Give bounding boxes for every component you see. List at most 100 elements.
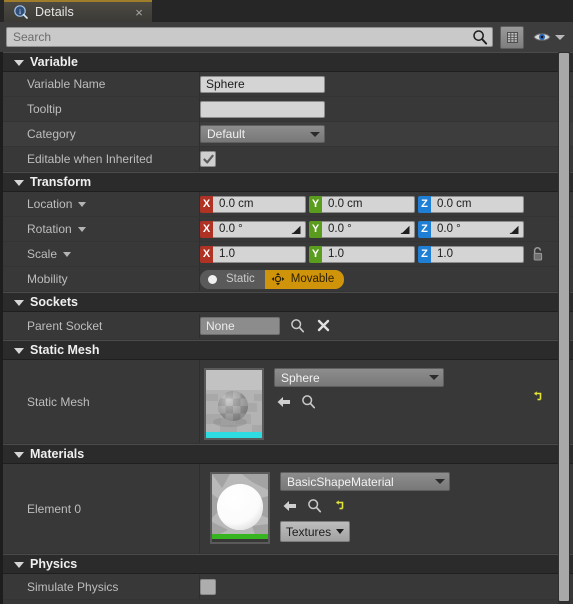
rotation-dial-icon[interactable] bbox=[289, 222, 302, 236]
location-x-field[interactable]: X 0.0 cm bbox=[200, 195, 306, 213]
scale-x-field[interactable]: X 1.0 bbox=[200, 245, 306, 263]
simulate-physics-checkbox[interactable] bbox=[200, 578, 216, 595]
svg-text:i: i bbox=[19, 7, 21, 16]
use-selected-arrow-icon[interactable] bbox=[280, 497, 300, 514]
section-header-transform[interactable]: Transform bbox=[3, 172, 573, 192]
details-content: Variable Variable Name Sphere Tooltip Ca… bbox=[0, 52, 573, 604]
rotation-x-value: 0.0 ° bbox=[219, 223, 243, 235]
axis-label-y: Y bbox=[309, 245, 322, 263]
reset-to-default-icon[interactable] bbox=[328, 497, 348, 514]
mobility-static-button[interactable]: Static bbox=[200, 269, 265, 289]
column-view-icon[interactable] bbox=[500, 25, 524, 49]
section-header-sockets[interactable]: Sockets bbox=[3, 292, 573, 312]
location-z-field[interactable]: Z 0.0 cm bbox=[418, 195, 524, 213]
chevron-down-icon bbox=[14, 300, 24, 306]
row-label: Element 0 bbox=[27, 501, 82, 516]
rotation-label-dropdown[interactable]: Rotation bbox=[27, 222, 86, 236]
close-icon[interactable]: × bbox=[130, 3, 148, 21]
row-value bbox=[199, 574, 573, 599]
search-input[interactable]: Search bbox=[6, 27, 493, 47]
chevron-down-icon bbox=[14, 60, 24, 66]
row-tooltip: Tooltip bbox=[3, 97, 573, 122]
variable-name-input[interactable]: Sphere bbox=[200, 75, 325, 93]
textures-label: Textures bbox=[285, 524, 332, 539]
row-value: X 0.0 cm Y 0.0 cm Z 0.0 cm bbox=[199, 192, 573, 216]
row-label: Variable Name bbox=[27, 77, 106, 91]
scale-y-field[interactable]: Y 1.0 bbox=[309, 245, 415, 263]
tab-label: Details bbox=[35, 5, 74, 19]
mobility-movable-label: Movable bbox=[290, 273, 335, 285]
chevron-down-icon bbox=[14, 562, 24, 568]
editable-when-inherited-checkbox[interactable] bbox=[200, 151, 216, 167]
textures-button[interactable]: Textures bbox=[280, 521, 350, 542]
category-dropdown[interactable]: Default bbox=[200, 125, 325, 143]
static-mesh-asset-dropdown[interactable]: Sphere bbox=[274, 368, 444, 387]
unlocked-padlock-icon[interactable] bbox=[531, 246, 545, 262]
row-label: Mobility bbox=[27, 272, 68, 286]
parent-socket-value: None bbox=[206, 318, 235, 333]
chevron-down-icon bbox=[77, 226, 86, 232]
material-asset-dropdown[interactable]: BasicShapeMaterial bbox=[280, 472, 450, 491]
chevron-down-icon bbox=[63, 251, 72, 257]
row-category: Category Default bbox=[3, 122, 573, 147]
row-scale: Scale X 1.0 Y 1.0 Z 1.0 bbox=[3, 242, 573, 267]
row-simulate-physics: Simulate Physics bbox=[3, 574, 573, 600]
scrollbar-thumb[interactable] bbox=[559, 53, 569, 601]
scale-label-dropdown[interactable]: Scale bbox=[27, 247, 72, 261]
chevron-down-icon bbox=[310, 131, 320, 137]
row-value: X 0.0 ° Y 0.0 ° Z 0.0 ° bbox=[199, 217, 573, 241]
rotation-y-field[interactable]: Y 0.0 ° bbox=[309, 220, 415, 238]
section-header-static-mesh[interactable]: Static Mesh bbox=[3, 340, 573, 360]
clear-x-icon[interactable] bbox=[314, 317, 332, 335]
browse-magnifier-icon[interactable] bbox=[304, 497, 324, 514]
chevron-down-icon bbox=[555, 34, 565, 40]
chevron-down-icon bbox=[78, 201, 87, 207]
mobility-movable-button[interactable]: Movable bbox=[264, 269, 345, 289]
browse-magnifier-icon[interactable] bbox=[298, 393, 318, 410]
use-selected-arrow-icon[interactable] bbox=[274, 393, 294, 410]
row-variable-name: Variable Name Sphere bbox=[3, 72, 573, 97]
location-y-field[interactable]: Y 0.0 cm bbox=[309, 195, 415, 213]
location-label-dropdown[interactable]: Location bbox=[27, 197, 87, 211]
scale-x-value: 1.0 bbox=[219, 248, 235, 260]
row-editable-when-inherited: Editable when Inherited bbox=[3, 147, 573, 172]
axis-label-x: X bbox=[200, 220, 213, 238]
chevron-down-icon bbox=[14, 180, 24, 186]
section-title: Sockets bbox=[30, 295, 78, 309]
browse-magnifier-icon[interactable] bbox=[288, 317, 306, 335]
reset-to-default-icon[interactable] bbox=[530, 390, 543, 406]
tab-details[interactable]: i Details × bbox=[4, 0, 152, 22]
row-static-mesh: Static Mesh Sphere bbox=[3, 360, 573, 444]
section-title: Static Mesh bbox=[30, 343, 100, 357]
section-header-physics[interactable]: Physics bbox=[3, 554, 573, 574]
axis-label-y: Y bbox=[309, 220, 322, 238]
rotation-dial-icon[interactable] bbox=[507, 222, 520, 236]
section-title: Materials bbox=[30, 447, 85, 461]
row-value: Sphere bbox=[199, 72, 573, 96]
category-value: Default bbox=[207, 127, 246, 141]
parent-socket-field[interactable]: None bbox=[200, 316, 280, 335]
magnifier-icon bbox=[472, 29, 488, 45]
section-title: Physics bbox=[30, 557, 78, 571]
scale-z-field[interactable]: Z 1.0 bbox=[418, 245, 524, 263]
rotation-z-field[interactable]: Z 0.0 ° bbox=[418, 220, 524, 238]
rotation-x-field[interactable]: X 0.0 ° bbox=[200, 220, 306, 238]
section-header-variable[interactable]: Variable bbox=[3, 52, 573, 72]
view-options-button[interactable] bbox=[533, 31, 565, 43]
tab-strip: i Details × bbox=[0, 0, 573, 22]
row-value bbox=[199, 97, 573, 121]
row-rotation: Rotation X 0.0 ° Y 0.0 ° Z 0.0 ° bbox=[3, 217, 573, 242]
row-value: Default bbox=[199, 122, 573, 146]
axis-label-x: X bbox=[200, 245, 213, 263]
vertical-scrollbar[interactable] bbox=[558, 52, 570, 604]
row-label: Category bbox=[27, 127, 76, 141]
details-info-magnifier-icon: i bbox=[14, 5, 28, 19]
axis-label-y: Y bbox=[309, 195, 322, 213]
rotation-dial-icon[interactable] bbox=[398, 222, 411, 236]
white-sphere-material-thumbnail[interactable] bbox=[210, 472, 270, 544]
search-toolbar: Search bbox=[0, 22, 573, 52]
tooltip-input[interactable] bbox=[200, 100, 325, 118]
checkered-sphere-thumbnail[interactable] bbox=[204, 368, 264, 440]
rotation-z-value: 0.0 ° bbox=[437, 223, 461, 235]
section-header-materials[interactable]: Materials bbox=[3, 444, 573, 464]
